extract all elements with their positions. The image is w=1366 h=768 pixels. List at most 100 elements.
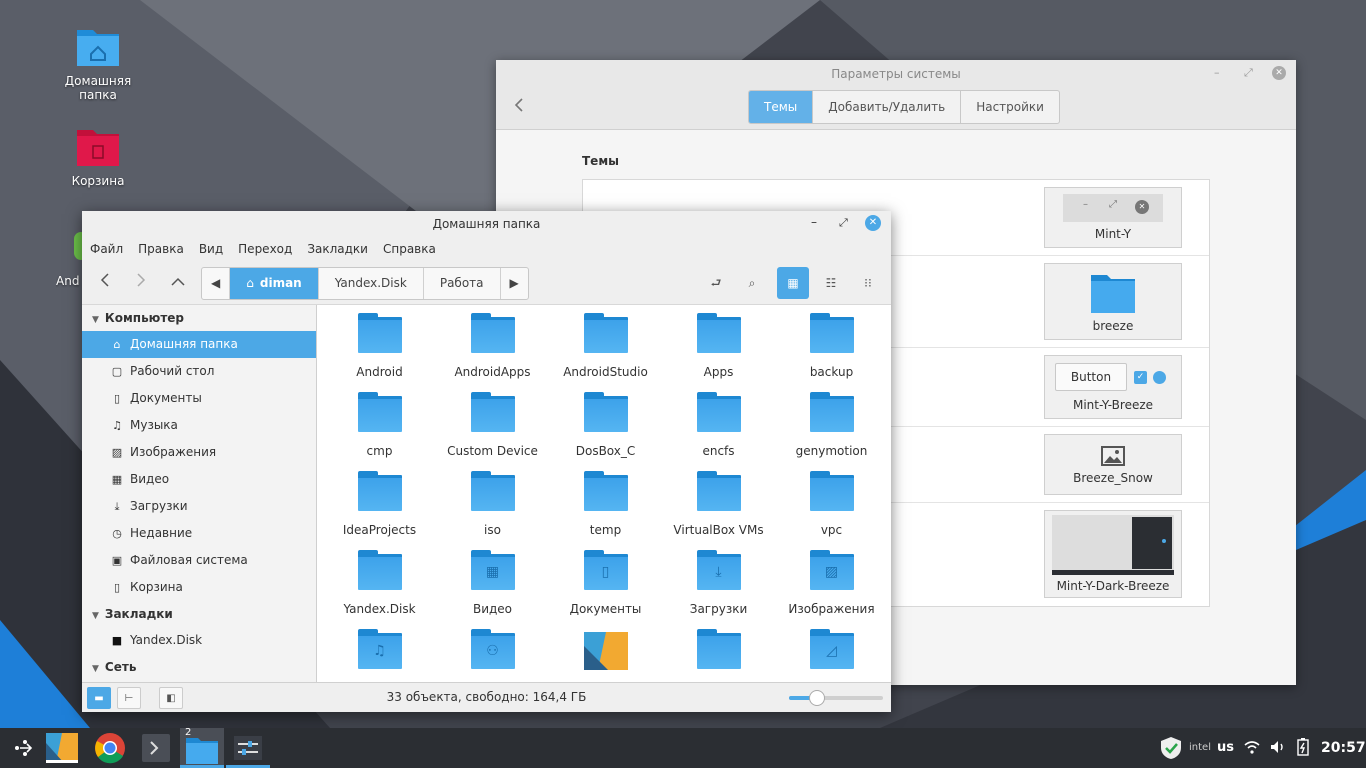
desktop-icon-trash[interactable]: Корзина [48, 126, 148, 188]
file-grid: Android AndroidApps AndroidStudio Apps backu… [318, 305, 891, 682]
file-item[interactable]: ♫ [323, 629, 436, 681]
theme-card-mint-y[interactable]: – ⤢ ✕ Mint-Y [1044, 187, 1182, 248]
theme-card-breeze-snow[interactable]: Breeze_Snow [1044, 434, 1182, 495]
menu-go[interactable]: Переход [238, 237, 292, 261]
minimize-icon[interactable]: – [811, 215, 817, 229]
forward-icon[interactable] [136, 273, 146, 291]
file-item[interactable]: backup [775, 313, 888, 379]
tab-add-remove[interactable]: Добавить/Удалить [813, 91, 962, 123]
search-icon[interactable]: ⌕ [736, 267, 768, 299]
menu-view[interactable]: Вид [199, 237, 223, 261]
icon-view-icon[interactable]: ▦ [777, 267, 809, 299]
file-item[interactable]: AndroidApps [436, 313, 549, 379]
settings-icon[interactable] [226, 728, 270, 768]
minimize-icon[interactable]: – [1214, 66, 1220, 79]
folder-icon [696, 392, 741, 432]
battery-icon[interactable] [1297, 728, 1309, 768]
zoom-slider[interactable] [789, 690, 883, 706]
close-icon[interactable]: ✕ [865, 215, 881, 231]
sidebar-item-home[interactable]: ⌂ Домашняя папка [82, 331, 316, 358]
terminal-icon[interactable] [134, 728, 178, 768]
compact-view-icon[interactable]: ⁝⁝ [852, 267, 884, 299]
sidebar-item-downloads[interactable]: ⤓ Загрузки [82, 493, 316, 520]
path-left-arrow-icon[interactable]: ◀ [202, 268, 231, 299]
file-item[interactable]: IdeaProjects [323, 471, 436, 537]
file-item[interactable]: Android [323, 313, 436, 379]
folder-icon [583, 392, 628, 432]
menu-edit[interactable]: Правка [138, 237, 184, 261]
file-item[interactable]: Custom Device [436, 392, 549, 458]
fm-title: Домашняя папка [432, 217, 541, 231]
file-item[interactable]: ▯ Документы [549, 550, 662, 616]
sidebar-item-desktop[interactable]: ▢ Рабочий стол [82, 358, 316, 385]
file-item[interactable] [549, 629, 662, 682]
path-segment-yandex[interactable]: Yandex.Disk [319, 268, 424, 299]
keyboard-layout[interactable]: us [1217, 728, 1234, 768]
file-item[interactable]: DosBox_C [549, 392, 662, 458]
menu-file[interactable]: Файл [90, 237, 123, 261]
theme-card-mint-y-breeze[interactable]: Button ✓ Mint-Y-Breeze [1044, 355, 1182, 419]
tab-settings[interactable]: Настройки [961, 91, 1059, 123]
sidebar-item-trash[interactable]: ▯ Корзина [82, 574, 316, 601]
chrome-icon[interactable] [88, 728, 132, 768]
theme-card-breeze[interactable]: breeze [1044, 263, 1182, 340]
tab-themes[interactable]: Темы [749, 91, 814, 123]
sidebar-item-documents[interactable]: ▯ Документы [82, 385, 316, 412]
menu-bookmarks[interactable]: Закладки [307, 237, 368, 261]
video-icon: ▦ [111, 473, 123, 486]
sidebar-item-filesystem[interactable]: ▣ Файловая система [82, 547, 316, 574]
volume-icon[interactable] [1270, 728, 1286, 768]
file-item[interactable]: Yandex.Disk [323, 550, 436, 616]
menu-icon[interactable] [0, 728, 44, 768]
maximize-icon[interactable]: ⤢ [1244, 66, 1253, 80]
back-icon[interactable] [100, 273, 110, 291]
file-item[interactable]: ◿ [775, 629, 888, 681]
desktop-icon-home[interactable]: Домашняя папка [48, 26, 148, 102]
folder-glyph-icon: ▦ [485, 564, 500, 580]
back-arrow-icon[interactable] [514, 98, 524, 115]
path-right-arrow-icon[interactable]: ▶ [501, 268, 528, 299]
file-item[interactable]: ⚇ [436, 629, 549, 681]
file-item[interactable]: ⤓ Загрузки [662, 550, 775, 616]
file-item[interactable]: genymotion [775, 392, 888, 458]
maximize-icon[interactable]: ⤢ [839, 216, 848, 230]
sidebar-item-label: Yandex.Disk [130, 633, 203, 647]
file-item[interactable]: encfs [662, 392, 775, 458]
folder-icon [470, 392, 515, 432]
up-icon[interactable] [171, 275, 185, 291]
open-terminal-icon[interactable]: ⮐ [700, 267, 732, 299]
sidebar-header-computer[interactable]: ▼ Компьютер [82, 305, 316, 331]
sidebar-item-label: Документы [130, 391, 202, 405]
file-item[interactable]: AndroidStudio [549, 313, 662, 379]
path-segment-diman[interactable]: ⌂ diman [230, 268, 319, 299]
sidebar-item-pictures[interactable]: ▨ Изображения [82, 439, 316, 466]
kde-app-icon[interactable] [40, 728, 84, 768]
wifi-icon[interactable] [1244, 728, 1260, 768]
sidebar-item-music[interactable]: ♫ Музыка [82, 412, 316, 439]
sidebar-item-videos[interactable]: ▦ Видео [82, 466, 316, 493]
list-view-icon[interactable]: ☷ [815, 267, 847, 299]
file-item[interactable]: temp [549, 471, 662, 537]
shield-icon[interactable] [1160, 728, 1182, 768]
file-item[interactable]: ▨ Изображения [775, 550, 888, 616]
file-item[interactable]: iso [436, 471, 549, 537]
menu-help[interactable]: Справка [383, 237, 436, 261]
sidebar-item-yandex-disk[interactable]: ■ Yandex.Disk [82, 627, 316, 654]
file-item[interactable]: Apps [662, 313, 775, 379]
sidebar-item-recent[interactable]: ◷ Недавние [82, 520, 316, 547]
path-segment-work[interactable]: Работа [424, 268, 501, 299]
file-item[interactable]: cmp [323, 392, 436, 458]
file-item[interactable]: VirtualBox VMs [662, 471, 775, 537]
file-item-label: DosBox_C [575, 444, 636, 458]
close-icon[interactable]: ✕ [1272, 66, 1286, 80]
sidebar-header-network[interactable]: ▼ Сеть [82, 654, 316, 680]
file-item[interactable]: ▦ Видео [436, 550, 549, 616]
clock[interactable]: 20:57 [1321, 728, 1366, 768]
file-item[interactable] [662, 629, 775, 681]
intel-icon[interactable]: intel [1189, 728, 1211, 768]
files-icon[interactable]: 2 [180, 727, 224, 768]
sidebar-header-bookmarks[interactable]: ▼ Закладки [82, 601, 316, 627]
theme-card-label: Mint-Y-Dark-Breeze [1056, 579, 1170, 593]
theme-card-mint-y-dark-breeze[interactable]: Mint-Y-Dark-Breeze [1044, 510, 1182, 598]
file-item[interactable]: vpc [775, 471, 888, 537]
